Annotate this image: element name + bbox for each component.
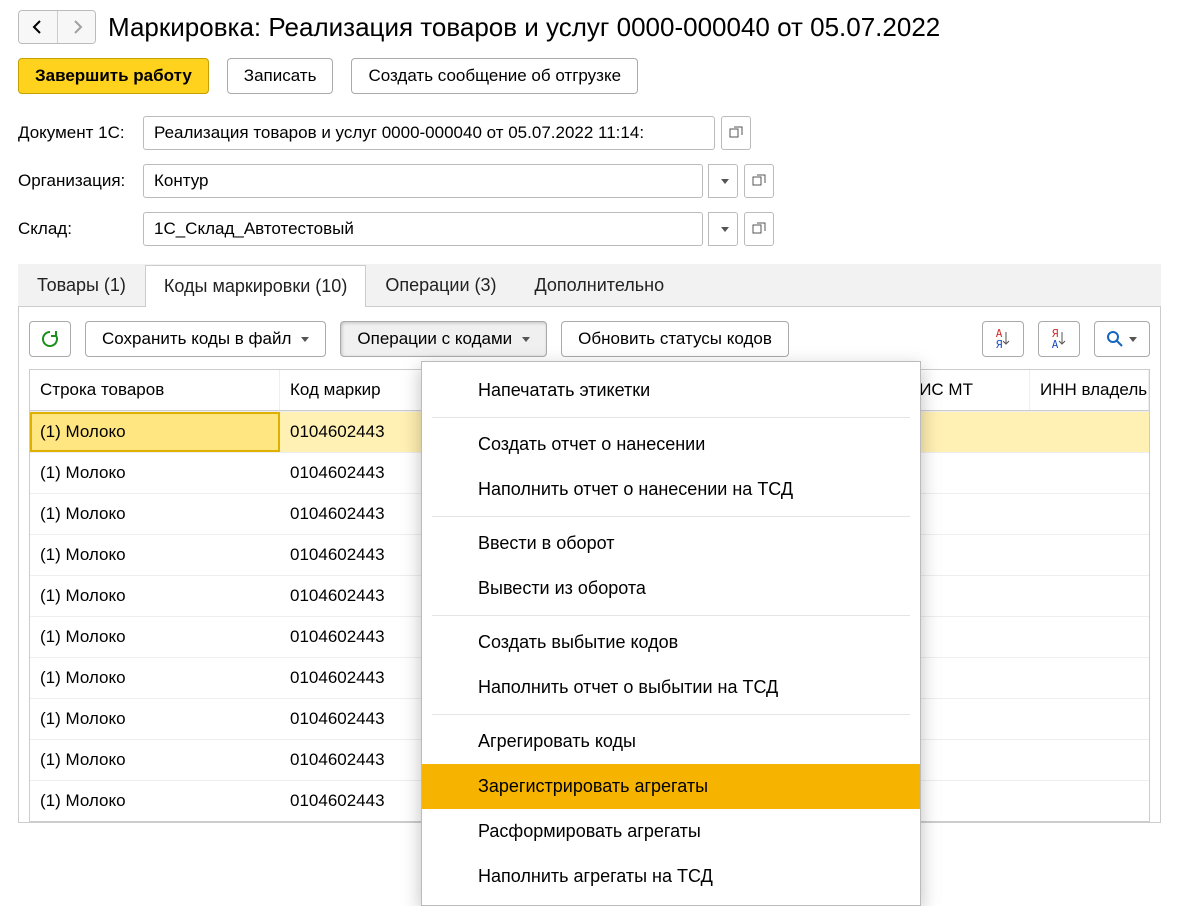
organization-dropdown-button[interactable] — [708, 164, 738, 198]
menu-item[interactable]: Наполнить отчет о нанесении на ТСД — [422, 467, 920, 512]
cell-goods-row: (1) Молоко — [30, 781, 280, 821]
menu-item[interactable]: Создать отчет о нанесении — [422, 422, 920, 467]
cell-owner-inn — [1030, 617, 1149, 657]
menu-item[interactable]: Создать выбытие кодов — [422, 620, 920, 665]
search-icon — [1107, 331, 1123, 347]
nav-history-group — [18, 10, 96, 44]
chevron-down-icon — [1129, 337, 1137, 342]
menu-item[interactable]: Наполнить агрегаты на ТСД — [422, 854, 920, 899]
cell-owner-inn — [1030, 412, 1149, 452]
cell-goods-row: (1) Молоко — [30, 740, 280, 780]
menu-item[interactable]: Ввести в оборот — [422, 521, 920, 566]
cell-owner-inn — [1030, 494, 1149, 534]
nav-forward-button[interactable] — [57, 11, 95, 43]
chevron-down-icon — [301, 337, 309, 342]
tabs: Товары (1) Коды маркировки (10) Операции… — [18, 264, 1161, 307]
menu-item[interactable]: Вывести из оборота — [422, 566, 920, 611]
arrow-right-icon — [69, 19, 85, 35]
open-icon — [752, 222, 766, 236]
chevron-down-icon — [721, 179, 729, 184]
sort-asc-icon: АЯ — [996, 328, 1003, 350]
cell-owner-inn — [1030, 453, 1149, 493]
organization-label: Организация: — [18, 171, 143, 191]
tab-goods[interactable]: Товары (1) — [18, 264, 145, 306]
tab-marking-codes[interactable]: Коды маркировки (10) — [145, 265, 366, 307]
cell-goods-row: (1) Молоко — [30, 412, 280, 452]
open-icon — [752, 174, 766, 188]
chevron-down-icon — [721, 227, 729, 232]
col-goods-row[interactable]: Строка товаров — [30, 370, 280, 410]
warehouse-dropdown-button[interactable] — [708, 212, 738, 246]
cell-goods-row: (1) Молоко — [30, 453, 280, 493]
menu-separator — [432, 516, 910, 517]
chevron-down-icon — [522, 337, 530, 342]
tab-operations[interactable]: Операции (3) — [366, 264, 515, 306]
cell-goods-row: (1) Молоко — [30, 658, 280, 698]
cell-goods-row: (1) Молоко — [30, 617, 280, 657]
save-codes-to-file-button[interactable]: Сохранить коды в файл — [85, 321, 326, 357]
warehouse-label: Склад: — [18, 219, 143, 239]
cell-goods-row: (1) Молоко — [30, 699, 280, 739]
refresh-button[interactable] — [29, 321, 71, 357]
cell-owner-inn — [1030, 699, 1149, 739]
warehouse-field[interactable]: 1С_Склад_Автотестовый — [143, 212, 703, 246]
cell-owner-inn — [1030, 658, 1149, 698]
primary-toolbar: Завершить работу Записать Создать сообще… — [18, 58, 1161, 94]
codes-toolbar: Сохранить коды в файл Операции с кодами … — [29, 321, 1150, 357]
menu-item[interactable]: Наполнить отчет о выбытии на ТСД — [422, 665, 920, 710]
search-button[interactable] — [1094, 321, 1150, 357]
document-label: Документ 1С: — [18, 123, 143, 143]
finish-button[interactable]: Завершить работу — [18, 58, 209, 94]
arrow-down-icon — [1002, 332, 1010, 346]
menu-item[interactable]: Расформировать агрегаты — [422, 809, 920, 854]
menu-separator — [432, 417, 910, 418]
organization-open-button[interactable] — [744, 164, 774, 198]
sort-asc-button[interactable]: АЯ — [982, 321, 1024, 357]
menu-separator — [432, 615, 910, 616]
cell-goods-row: (1) Молоко — [30, 576, 280, 616]
menu-item[interactable]: Агрегировать коды — [422, 719, 920, 764]
create-shipment-msg-button[interactable]: Создать сообщение об отгрузке — [351, 58, 638, 94]
sort-desc-button[interactable]: ЯА — [1038, 321, 1080, 357]
save-codes-label: Сохранить коды в файл — [102, 329, 291, 349]
refresh-icon — [40, 329, 60, 349]
code-operations-menu: Напечатать этикетки Создать отчет о нанес… — [421, 361, 921, 906]
menu-item[interactable]: Зарегистрировать агрегаты — [422, 764, 920, 809]
warehouse-open-button[interactable] — [744, 212, 774, 246]
cell-owner-inn — [1030, 535, 1149, 575]
save-button[interactable]: Записать — [227, 58, 334, 94]
cell-owner-inn — [1030, 781, 1149, 821]
cell-goods-row: (1) Молоко — [30, 535, 280, 575]
cell-owner-inn — [1030, 576, 1149, 616]
code-operations-button[interactable]: Операции с кодами — [340, 321, 547, 357]
refresh-code-statuses-button[interactable]: Обновить статусы кодов — [561, 321, 789, 357]
tab-additional[interactable]: Дополнительно — [516, 264, 684, 306]
code-operations-label: Операции с кодами — [357, 329, 512, 349]
arrow-left-icon — [30, 19, 46, 35]
arrow-down-icon — [1058, 332, 1066, 346]
document-field[interactable]: Реализация товаров и услуг 0000-000040 о… — [143, 116, 715, 150]
menu-separator — [432, 714, 910, 715]
open-icon — [729, 126, 743, 140]
organization-field[interactable]: Контур — [143, 164, 703, 198]
menu-item[interactable]: Напечатать этикетки — [422, 368, 920, 413]
document-open-button[interactable] — [721, 116, 751, 150]
page-title: Маркировка: Реализация товаров и услуг 0… — [108, 12, 940, 43]
cell-goods-row: (1) Молоко — [30, 494, 280, 534]
cell-owner-inn — [1030, 740, 1149, 780]
sort-desc-icon: ЯА — [1052, 328, 1059, 350]
col-owner-inn[interactable]: ИНН владель — [1030, 370, 1149, 410]
nav-back-button[interactable] — [19, 11, 57, 43]
